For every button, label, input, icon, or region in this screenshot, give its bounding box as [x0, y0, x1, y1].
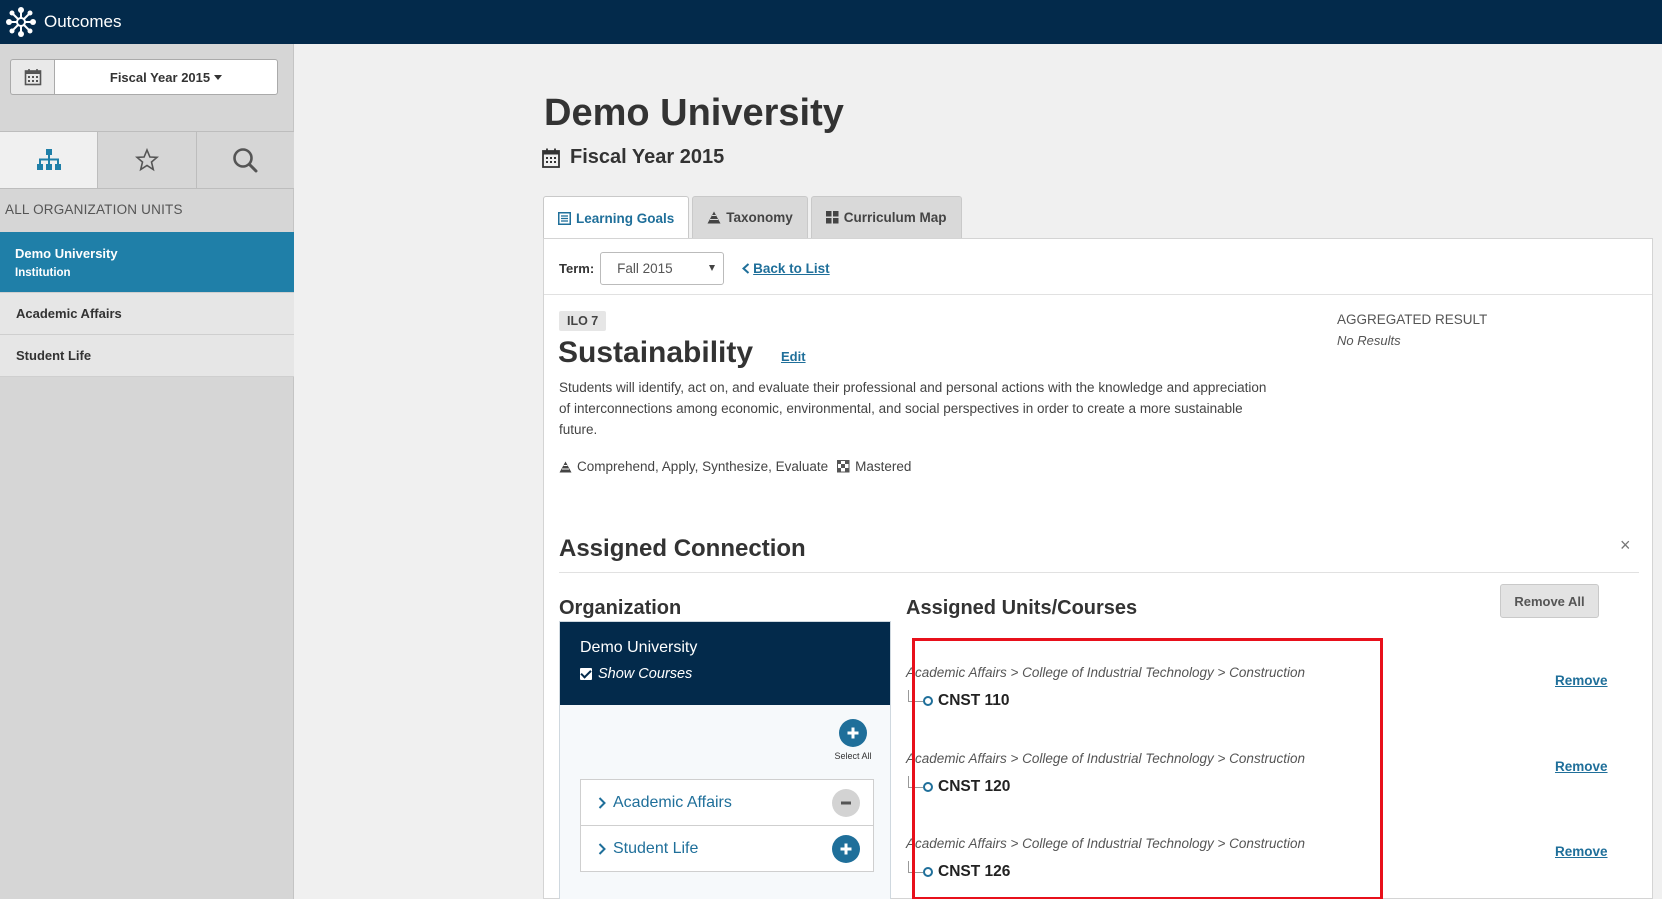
- back-to-list-label: Back to List: [753, 260, 830, 276]
- goal-title: Sustainability: [558, 336, 754, 369]
- sidebar-tabs: [0, 131, 294, 189]
- list-icon: [558, 211, 571, 225]
- calendar-button[interactable]: [10, 59, 54, 95]
- remove-link[interactable]: Remove: [1555, 759, 1608, 774]
- outcomes-logo-icon[interactable]: [4, 5, 38, 39]
- org-tree-header: Demo University Show Courses: [560, 622, 890, 705]
- term-label: Term:: [559, 260, 595, 276]
- divider: [544, 294, 1652, 295]
- organization-heading: Organization: [559, 597, 682, 619]
- minus-circle-icon[interactable]: [832, 789, 860, 817]
- show-courses-label: Show Courses: [598, 666, 693, 682]
- pyramid-icon: [559, 461, 572, 472]
- aggregated-result-value: No Results: [1337, 333, 1401, 348]
- calendar-icon: [24, 69, 41, 86]
- calendar-icon: [542, 148, 560, 168]
- dropdown-arrow-icon: [709, 265, 716, 271]
- remove-link[interactable]: Remove: [1555, 844, 1608, 859]
- chevron-right-icon[interactable]: [598, 796, 606, 809]
- sidebar-item-academic-affairs[interactable]: Academic Affairs: [0, 293, 294, 335]
- fiscal-year-text: Fiscal Year 2015: [570, 146, 725, 168]
- edit-goal-link[interactable]: Edit: [781, 349, 806, 364]
- tab-search[interactable]: [196, 132, 294, 188]
- sidebar-item-label: Student Life: [16, 348, 92, 363]
- plus-circle-icon[interactable]: [832, 835, 860, 863]
- top-bar: Outcomes: [0, 0, 1662, 44]
- tree-item-academic-affairs[interactable]: Academic Affairs: [580, 779, 874, 826]
- org-unit-list: Demo University Institution Academic Aff…: [0, 232, 294, 377]
- mastery-grid-icon: [837, 460, 850, 473]
- fiscal-year-label: Fiscal Year 2015: [109, 69, 211, 85]
- sidebar-item-demo-university[interactable]: Demo University Institution: [0, 232, 294, 293]
- ilo-badge: ILO 7: [559, 311, 607, 331]
- tab-favorites[interactable]: [98, 132, 197, 188]
- tab-taxonomy[interactable]: Taxonomy: [692, 196, 808, 238]
- assigned-units-heading: Assigned Units/Courses: [906, 597, 1138, 619]
- page-fiscal-year: Fiscal Year 2015: [542, 146, 724, 169]
- highlight-annotation: [912, 638, 1383, 899]
- assigned-connection-title: Assigned Connection: [559, 535, 806, 562]
- goal-taxonomy: Comprehend, Apply, Synthesize, Evaluate: [577, 459, 829, 474]
- tree-item-label: Student Life: [613, 839, 699, 857]
- sidebar-heading: ALL ORGANIZATION UNITS: [5, 202, 183, 217]
- close-icon[interactable]: ×: [1620, 535, 1631, 556]
- goal-description: Students will identify, act on, and eval…: [559, 380, 1267, 437]
- pyramid-icon: [707, 211, 721, 224]
- main-tabs: Learning Goals Taxonomy Curriculum Map: [543, 196, 965, 239]
- show-courses-checkbox[interactable]: Show Courses: [580, 666, 870, 682]
- sidebar-item-label: Academic Affairs: [16, 306, 122, 321]
- tree-item-label: Academic Affairs: [613, 793, 732, 811]
- tab-learning-goals[interactable]: Learning Goals: [543, 196, 690, 239]
- sidebar-item-student-life[interactable]: Student Life: [0, 335, 294, 377]
- learning-goal-panel: Term: Fall 2015 Back to List ILO 7 Susta…: [543, 238, 1653, 899]
- tab-label: Taxonomy: [726, 210, 793, 225]
- app-title[interactable]: Outcomes: [44, 12, 121, 32]
- goal-mastery: Mastered: [855, 459, 912, 474]
- checkbox-checked-icon[interactable]: [580, 668, 592, 680]
- tab-org-chart[interactable]: [0, 132, 99, 188]
- org-chart-icon: [36, 149, 61, 170]
- back-to-list-link[interactable]: Back to List: [742, 261, 830, 276]
- star-icon: [134, 148, 159, 172]
- chevron-left-icon: [742, 262, 750, 274]
- term-select[interactable]: Fall 2015: [600, 251, 725, 285]
- fiscal-year-picker: Fiscal Year 2015: [10, 59, 278, 95]
- sidebar-item-label: Demo University: [15, 245, 118, 261]
- chevron-right-icon[interactable]: [598, 842, 606, 855]
- fiscal-year-dropdown[interactable]: Fiscal Year 2015: [54, 59, 278, 95]
- remove-link[interactable]: Remove: [1555, 673, 1608, 688]
- aggregated-result-label: AGGREGATED RESULT: [1337, 312, 1488, 327]
- search-icon: [233, 148, 258, 173]
- select-all-button[interactable]: Select All: [823, 719, 883, 761]
- tab-curriculum-map[interactable]: Curriculum Map: [810, 196, 962, 238]
- remove-all-button[interactable]: Remove All: [1500, 584, 1599, 618]
- divider: [559, 572, 1639, 573]
- page-title: Demo University: [544, 92, 844, 134]
- plus-circle-icon[interactable]: [839, 719, 867, 747]
- org-tree-root-name: Demo University: [580, 639, 698, 656]
- tab-label: Learning Goals: [576, 210, 675, 226]
- term-selected-value: Fall 2015: [617, 260, 673, 276]
- grid-icon: [825, 211, 839, 224]
- sidebar: Fiscal Year 2015 ALL ORGANIZATION UNITS …: [0, 44, 294, 899]
- caret-down-icon: [214, 74, 223, 80]
- goal-meta: Comprehend, Apply, Synthesize, Evaluate …: [559, 459, 911, 474]
- select-all-label: Select All: [834, 751, 872, 761]
- sidebar-item-type: Institution: [15, 266, 71, 279]
- organization-tree: Demo University Show Courses Select All …: [559, 621, 891, 899]
- term-row: Term: Fall 2015 Back to List: [559, 251, 830, 285]
- tree-item-student-life[interactable]: Student Life: [580, 825, 874, 872]
- tab-label: Curriculum Map: [843, 210, 947, 225]
